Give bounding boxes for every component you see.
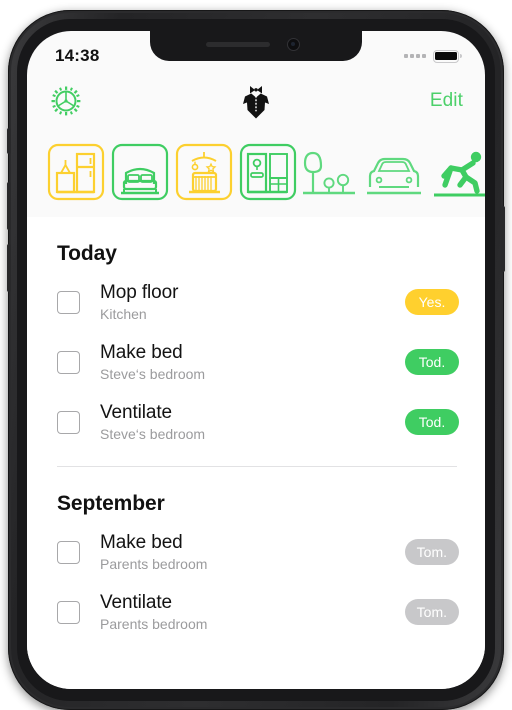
task-row[interactable]: Make bed Parents bedroom Tom.	[27, 522, 485, 582]
task-text: Ventilate Parents bedroom	[100, 592, 405, 633]
task-list[interactable]: Today Mop floor Kitchen Yes. Make bed St…	[27, 217, 485, 689]
category-exercise[interactable]	[429, 143, 485, 205]
category-car[interactable]	[365, 143, 423, 205]
task-location: Parents bedroom	[100, 555, 208, 572]
category-bedroom[interactable]	[111, 143, 169, 205]
task-title: Ventilate	[100, 401, 172, 423]
task-title: Ventilate	[100, 591, 172, 613]
task-title: Make bed	[100, 341, 183, 363]
category-hallway[interactable]	[239, 143, 297, 205]
task-badge[interactable]: Yes.	[405, 289, 459, 315]
task-title: Mop floor	[100, 281, 179, 303]
task-badge[interactable]: Tod.	[405, 409, 459, 435]
category-strip[interactable]	[27, 131, 485, 205]
task-text: Ventilate Steve‘s bedroom	[100, 402, 405, 443]
front-camera	[288, 39, 299, 50]
status-indicators	[404, 49, 462, 63]
task-text: Make bed Parents bedroom	[100, 532, 405, 573]
power-button[interactable]	[501, 206, 505, 272]
volume-up-button[interactable]	[7, 182, 11, 230]
task-row[interactable]: Mop floor Kitchen Yes.	[27, 272, 485, 332]
section-header-today: Today	[57, 242, 117, 265]
task-location: Steve‘s bedroom	[100, 365, 206, 382]
task-row[interactable]: Ventilate Steve‘s bedroom Tod.	[27, 392, 485, 452]
earpiece-speaker	[206, 42, 270, 47]
category-garden[interactable]	[303, 143, 359, 205]
phone-screen: 14:38 Edit Today Mop floor Kitchen Yes. …	[27, 31, 485, 689]
task-checkbox[interactable]	[57, 410, 80, 434]
signal-dots-icon	[404, 54, 426, 58]
nav-bar: Edit	[27, 75, 485, 127]
task-location: Kitchen	[100, 305, 147, 322]
task-location: Parents bedroom	[100, 615, 208, 632]
section-header-september: September	[57, 492, 165, 515]
task-checkbox[interactable]	[57, 290, 80, 314]
task-text: Mop floor Kitchen	[100, 282, 405, 323]
display-notch	[150, 31, 362, 61]
task-checkbox[interactable]	[57, 540, 80, 564]
task-location: Steve‘s bedroom	[100, 425, 206, 442]
status-time: 14:38	[55, 46, 100, 65]
battery-full-icon	[433, 49, 462, 63]
volume-down-button[interactable]	[7, 244, 11, 292]
silent-switch[interactable]	[7, 128, 11, 154]
category-kitchen[interactable]	[47, 143, 105, 205]
task-row[interactable]: Ventilate Parents bedroom Tom.	[27, 582, 485, 642]
edit-button[interactable]: Edit	[430, 90, 463, 112]
task-badge[interactable]: Tod.	[405, 349, 459, 375]
phone-frame: 14:38 Edit Today Mop floor Kitchen Yes. …	[7, 10, 505, 710]
task-badge[interactable]: Tom.	[404, 539, 459, 565]
app-logo-container	[27, 83, 485, 119]
gear-icon[interactable]	[51, 86, 81, 116]
tuxedo-logo-icon	[239, 83, 273, 119]
task-text: Make bed Steve‘s bedroom	[100, 342, 405, 383]
task-checkbox[interactable]	[57, 350, 80, 374]
task-title: Make bed	[100, 531, 183, 553]
task-checkbox[interactable]	[57, 600, 80, 624]
category-nursery[interactable]	[175, 143, 233, 205]
task-badge[interactable]: Tom.	[404, 599, 459, 625]
task-row[interactable]: Make bed Steve‘s bedroom Tod.	[27, 332, 485, 392]
